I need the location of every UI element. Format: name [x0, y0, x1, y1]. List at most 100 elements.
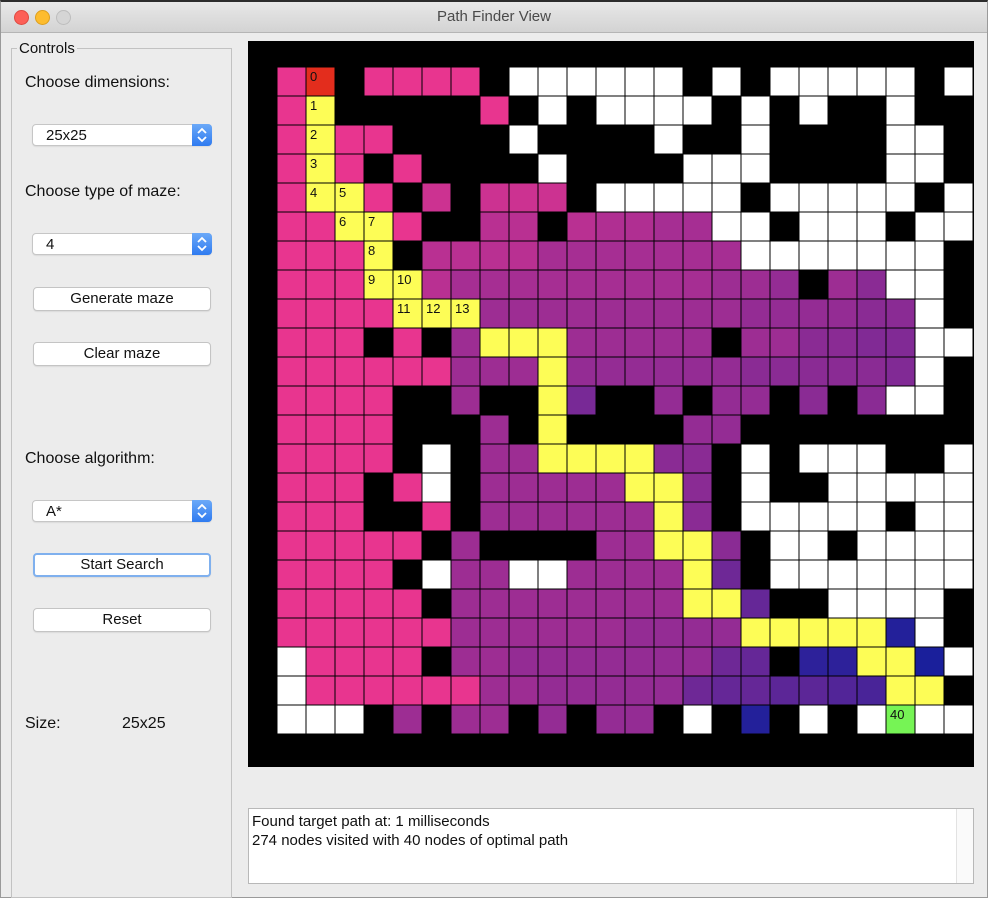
maze-cell-open: [798, 240, 829, 271]
maze-cell-visited: [479, 588, 510, 619]
maze-cell-visited: [450, 240, 481, 271]
maze-cell-visited: [595, 327, 626, 358]
maze-cell-visited: [305, 385, 336, 416]
maze-cell-visited: [479, 414, 510, 445]
dimensions-select[interactable]: 25x25: [32, 124, 212, 146]
maze-cell-path: [914, 675, 945, 706]
maze-cell-open: [827, 182, 858, 213]
maze-cell-visited: [363, 559, 394, 590]
maze-cell-visited: [595, 501, 626, 532]
maze-cell-visited: [624, 646, 655, 677]
generate-maze-button[interactable]: Generate maze: [33, 287, 211, 311]
maze-cell-visited: [363, 182, 394, 213]
maze-cell-visited: [392, 675, 423, 706]
maze-cell-visited: [566, 211, 597, 242]
maze-cell-visited: [653, 240, 684, 271]
maze-cell-visited: [653, 646, 684, 677]
maze-cell-visited: [305, 501, 336, 532]
maze-cell-open: [537, 559, 568, 590]
maze-panel[interactable]: 0 1 2 3 4 5 6 7 8 9 10 11 12 13 40: [248, 41, 974, 767]
maze-cell-visited: [653, 327, 684, 358]
algorithm-select[interactable]: A*: [32, 500, 212, 522]
maze-cell-visited: [392, 472, 423, 503]
maze-cell-open: [943, 182, 974, 213]
maze-cell-open: [885, 66, 916, 97]
path-step-label: 6: [339, 214, 346, 229]
maze-cell-open: [740, 501, 771, 532]
maze-cell-visited: [363, 617, 394, 648]
maze-cell-open: [914, 240, 945, 271]
maze-cell-visited: [798, 675, 829, 706]
maze-cell-visited: [276, 385, 307, 416]
maze-cell-visited: [479, 269, 510, 300]
output-scrollbar[interactable]: [956, 809, 973, 883]
maze-cell-visited: [653, 356, 684, 387]
maze-cell-open: [798, 182, 829, 213]
maze-cell-visited: [711, 269, 742, 300]
maze-cell-open: [856, 443, 887, 474]
maze-cell-visited: [798, 385, 829, 416]
maze-cell-visited: [711, 298, 742, 329]
maze-cell-visited: [508, 240, 539, 271]
maze-cell-visited: [508, 588, 539, 619]
output-text-area[interactable]: Found target path at: 1 milliseconds 274…: [248, 808, 974, 884]
maze-cell-visited: [508, 443, 539, 474]
maze-cell-visited: [566, 472, 597, 503]
maze-cell-visited: [276, 443, 307, 474]
window-title: Path Finder View: [437, 8, 551, 25]
maze-grid[interactable]: 01234 56 789 1011 12 1340: [248, 41, 974, 767]
clear-maze-button[interactable]: Clear maze: [33, 342, 211, 366]
maze-cell-visited: [856, 356, 887, 387]
maze-cell-open: [856, 211, 887, 242]
maze-type-select[interactable]: 4: [32, 233, 212, 255]
path-step-label: 5: [339, 185, 346, 200]
maze-cell-visited: [363, 414, 394, 445]
reset-button[interactable]: Reset: [33, 608, 211, 632]
maze-cell-path: [856, 646, 887, 677]
maze-cell-path: [827, 617, 858, 648]
maze-cell-visited: [827, 269, 858, 300]
maze-cell-visited: [595, 588, 626, 619]
maze-cell-open: [740, 153, 771, 184]
maze-cell-open: [421, 559, 452, 590]
maze-cell-visited: [450, 675, 481, 706]
updown-chevron-icon: [192, 233, 212, 255]
start-search-button[interactable]: Start Search: [33, 553, 211, 577]
maze-cell-visited: [711, 559, 742, 590]
maze-cell-visited: [711, 530, 742, 561]
maze-cell-visited: [508, 472, 539, 503]
updown-chevron-icon: [192, 500, 212, 522]
maze-cell-visited: [653, 617, 684, 648]
maze-cell-visited: [624, 327, 655, 358]
maze-cell-open: [798, 211, 829, 242]
maze-cell-visited: [653, 298, 684, 329]
maze-cell-open: [711, 66, 742, 97]
maze-cell-visited: [595, 269, 626, 300]
maze-cell-visited: [653, 211, 684, 242]
maze-cell-open: [682, 182, 713, 213]
maze-cell-visited: [508, 675, 539, 706]
maze-cell-visited: [479, 617, 510, 648]
controls-legend: Controls: [17, 40, 77, 57]
maze-cell-visited: [798, 356, 829, 387]
maze-cell-visited: [740, 298, 771, 329]
maze-cell-visited: [624, 675, 655, 706]
maze-cell-visited: [653, 588, 684, 619]
maze-cell-open: [943, 443, 974, 474]
maze-cell-visited: [682, 414, 713, 445]
maze-cell-visited: [479, 501, 510, 532]
maze-cell-open: [856, 182, 887, 213]
maze-cell-visited: [653, 559, 684, 590]
maze-cell-open: [914, 327, 945, 358]
path-step-label: 11: [397, 301, 411, 316]
size-value: 25x25: [122, 715, 166, 732]
path-step-label: 4: [310, 185, 317, 200]
maze-cell-visited: [363, 66, 394, 97]
maze-cell-visited: [595, 298, 626, 329]
dimensions-select-value: 25x25: [46, 127, 87, 144]
maze-cell-visited: [334, 588, 365, 619]
maze-cell-visited: [450, 327, 481, 358]
maze-cell-visited: [740, 327, 771, 358]
maze-cell-visited: [682, 472, 713, 503]
controls-panel: [11, 48, 232, 898]
